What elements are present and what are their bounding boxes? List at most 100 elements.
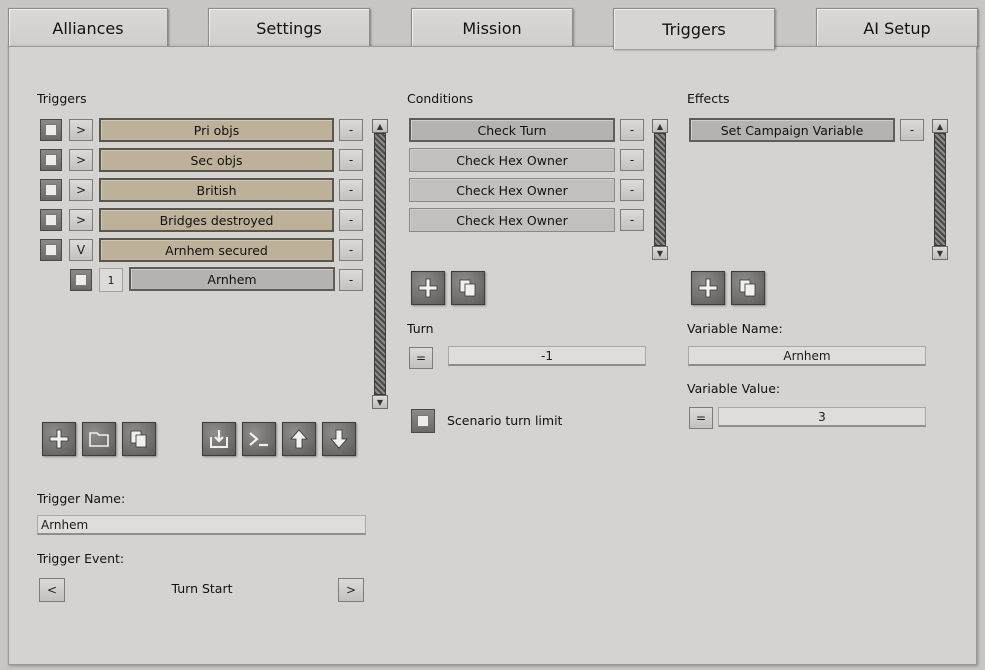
copy-effect-button[interactable] (731, 271, 765, 305)
checkbox-box (45, 124, 57, 136)
variable-value-operator-button[interactable]: = (689, 407, 713, 429)
effect-item-selected[interactable]: Set Campaign Variable (689, 118, 895, 142)
checkbox-box (45, 184, 57, 196)
effects-scrollbar[interactable]: ▲ ▼ (932, 119, 948, 260)
scroll-track[interactable] (374, 133, 386, 395)
variable-value-label: Variable Value: (687, 381, 781, 396)
console-button[interactable] (242, 422, 276, 456)
trigger-remove-button[interactable]: - (339, 209, 363, 231)
copy-icon (459, 279, 476, 297)
trigger-item[interactable]: British (99, 178, 334, 202)
scroll-track[interactable] (934, 133, 946, 246)
event-prev-button[interactable]: < (39, 578, 65, 602)
trigger-checkbox[interactable] (40, 119, 62, 141)
trigger-name-input[interactable]: Arnhem (37, 515, 366, 535)
trigger-item-selected[interactable]: Arnhem secured (99, 238, 334, 262)
arrow-up-icon (290, 429, 308, 449)
scroll-down-arrow-icon[interactable]: ▼ (932, 246, 948, 260)
trigger-collapse-button[interactable]: V (69, 239, 93, 261)
turn-value-input[interactable]: -1 (448, 346, 646, 366)
add-condition-button[interactable] (411, 271, 445, 305)
move-down-button[interactable] (322, 422, 356, 456)
trigger-expand-button[interactable]: > (69, 149, 93, 171)
trigger-checkbox[interactable] (40, 149, 62, 171)
move-up-button[interactable] (282, 422, 316, 456)
trigger-expand-button[interactable]: > (69, 179, 93, 201)
condition-item[interactable]: Check Hex Owner (409, 148, 615, 172)
effects-heading: Effects (687, 91, 730, 106)
trigger-checkbox[interactable] (40, 239, 62, 261)
condition-remove-button[interactable]: - (620, 179, 644, 201)
plus-icon (49, 429, 69, 449)
trigger-checkbox[interactable] (40, 179, 62, 201)
condition-remove-button[interactable]: - (620, 209, 644, 231)
tab-settings[interactable]: Settings (208, 8, 370, 47)
sub-trigger-checkbox[interactable] (70, 269, 92, 291)
add-folder-button[interactable] (82, 422, 116, 456)
trigger-checkbox[interactable] (40, 209, 62, 231)
scroll-track[interactable] (654, 133, 666, 246)
event-next-button[interactable]: > (338, 578, 364, 602)
trigger-event-value: Turn Start (171, 581, 233, 596)
scroll-up-arrow-icon[interactable]: ▲ (932, 119, 948, 133)
copy-icon (130, 430, 147, 448)
add-effect-button[interactable] (691, 271, 725, 305)
condition-item[interactable]: Check Hex Owner (409, 178, 615, 202)
trigger-remove-button[interactable]: - (339, 239, 363, 261)
variable-name-input[interactable]: Arnhem (688, 346, 926, 366)
scroll-down-arrow-icon[interactable]: ▼ (652, 246, 668, 260)
effect-remove-button[interactable]: - (900, 119, 924, 141)
checkbox-box (45, 154, 57, 166)
trigger-remove-button[interactable]: - (339, 149, 363, 171)
condition-item[interactable]: Check Hex Owner (409, 208, 615, 232)
checkbox-box (45, 244, 57, 256)
condition-remove-button[interactable]: - (620, 149, 644, 171)
scroll-up-arrow-icon[interactable]: ▲ (652, 119, 668, 133)
copy-trigger-button[interactable] (122, 422, 156, 456)
plus-icon (418, 278, 438, 298)
trigger-item[interactable]: Bridges destroyed (99, 208, 334, 232)
plus-icon (698, 278, 718, 298)
tab-label: Alliances (52, 18, 124, 38)
sub-trigger-index: 1 (99, 268, 123, 292)
folder-icon (89, 432, 109, 447)
tab-label: Mission (462, 18, 522, 38)
copy-icon (739, 279, 756, 297)
console-icon (249, 432, 268, 447)
tab-label: Triggers (662, 19, 726, 39)
conditions-scrollbar[interactable]: ▲ ▼ (652, 119, 668, 260)
condition-item-selected[interactable]: Check Turn (409, 118, 615, 142)
checkbox-box (75, 274, 87, 286)
add-trigger-button[interactable] (42, 422, 76, 456)
sub-trigger-item[interactable]: Arnhem (129, 267, 335, 291)
tab-triggers[interactable]: Triggers (613, 8, 775, 49)
copy-condition-button[interactable] (451, 271, 485, 305)
scroll-down-arrow-icon[interactable]: ▼ (372, 395, 388, 409)
scroll-up-arrow-icon[interactable]: ▲ (372, 119, 388, 133)
conditions-heading: Conditions (407, 91, 474, 106)
trigger-name-label: Trigger Name: (37, 491, 126, 506)
triggers-scrollbar[interactable]: ▲ ▼ (372, 119, 388, 409)
scenario-turn-limit-checkbox[interactable] (411, 409, 435, 433)
trigger-expand-button[interactable]: > (69, 209, 93, 231)
variable-value-input[interactable]: 3 (718, 407, 926, 427)
trigger-event-label: Trigger Event: (37, 551, 125, 566)
trigger-remove-button[interactable]: - (339, 119, 363, 141)
tab-ai-setup[interactable]: AI Setup (816, 8, 978, 47)
trigger-expand-button[interactable]: > (69, 119, 93, 141)
turn-label: Turn (407, 321, 434, 336)
sub-trigger-remove-button[interactable]: - (339, 269, 363, 291)
tab-mission[interactable]: Mission (411, 8, 573, 47)
checkbox-box (417, 415, 429, 427)
tab-alliances[interactable]: Alliances (8, 8, 168, 47)
condition-remove-button[interactable]: - (620, 119, 644, 141)
scenario-turn-limit-label: Scenario turn limit (447, 413, 563, 428)
trigger-item[interactable]: Sec objs (99, 148, 334, 172)
tab-label: Settings (256, 18, 322, 38)
checkbox-box (45, 214, 57, 226)
turn-operator-button[interactable]: = (409, 347, 433, 369)
trigger-item[interactable]: Pri objs (99, 118, 334, 142)
import-trigger-button[interactable] (202, 422, 236, 456)
trigger-remove-button[interactable]: - (339, 179, 363, 201)
triggers-heading: Triggers (37, 91, 87, 106)
